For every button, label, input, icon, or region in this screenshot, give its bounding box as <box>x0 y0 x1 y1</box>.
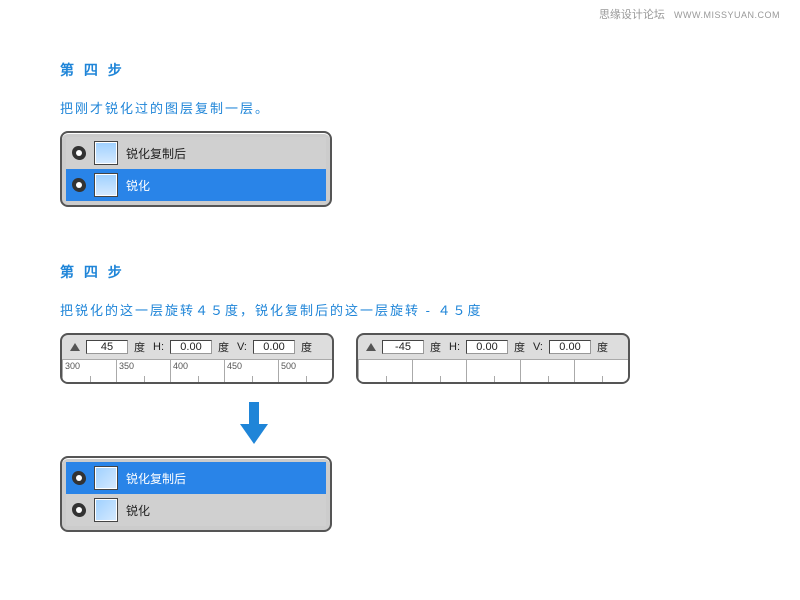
h-field[interactable]: 0.00 <box>170 340 212 354</box>
visibility-icon[interactable] <box>72 146 86 160</box>
layer-name: 锐化复制后 <box>126 145 186 162</box>
h-unit: 度 <box>218 339 229 355</box>
transform-toolbar-1: 45 度 H: 0.00 度 V: 0.00 度 300 350 400 450 <box>60 333 334 384</box>
step1-desc: 把刚才锐化过的图层复制一层。 <box>60 98 740 117</box>
step2-title: 第 四 步 <box>60 262 740 282</box>
angle-field[interactable]: 45 <box>86 340 128 354</box>
v-unit: 度 <box>301 339 312 355</box>
step2-desc: 把锐化的这一层旋转４５度，锐化复制后的这一层旋转 - ４５度 <box>60 300 740 319</box>
layer-row[interactable]: 锐化复制后 <box>66 462 326 494</box>
visibility-icon[interactable] <box>72 503 86 517</box>
angle-field[interactable]: -45 <box>382 340 424 354</box>
ruler-num: 450 <box>227 361 242 371</box>
angle-unit: 度 <box>430 339 441 355</box>
h-label: H: <box>449 341 460 353</box>
v-field[interactable]: 0.00 <box>549 340 591 354</box>
h-unit: 度 <box>514 339 525 355</box>
v-label: V: <box>237 341 247 353</box>
visibility-icon[interactable] <box>72 471 86 485</box>
layer-thumb <box>94 498 118 522</box>
transform-toolbar-2: -45 度 H: 0.00 度 V: 0.00 度 <box>356 333 630 384</box>
v-unit: 度 <box>597 339 608 355</box>
layer-thumb <box>94 466 118 490</box>
ruler-num: 500 <box>281 361 296 371</box>
angle-icon <box>70 343 80 351</box>
step1-title: 第 四 步 <box>60 60 740 80</box>
layers-panel-1: 锐化复制后 锐化 <box>60 131 332 207</box>
ruler <box>358 359 628 382</box>
ruler: 300 350 400 450 500 <box>62 359 332 382</box>
ruler-num: 350 <box>119 361 134 371</box>
layer-row[interactable]: 锐化复制后 <box>66 137 326 169</box>
watermark-cn: 思缘设计论坛 <box>599 9 665 21</box>
toolbar-row: 45 度 H: 0.00 度 V: 0.00 度 300 350 400 450 <box>60 333 740 384</box>
layer-thumb <box>94 141 118 165</box>
angle-icon <box>366 343 376 351</box>
visibility-icon[interactable] <box>72 178 86 192</box>
layer-name: 锐化 <box>126 177 150 194</box>
v-label: V: <box>533 341 543 353</box>
layer-row[interactable]: 锐化 <box>66 494 326 526</box>
layer-row[interactable]: 锐化 <box>66 169 326 201</box>
ruler-num: 400 <box>173 361 188 371</box>
watermark: 思缘设计论坛 WWW.MISSYUAN.COM <box>599 6 780 22</box>
angle-unit: 度 <box>134 339 145 355</box>
layer-thumb <box>94 173 118 197</box>
down-arrow-icon <box>240 402 740 444</box>
h-field[interactable]: 0.00 <box>466 340 508 354</box>
h-label: H: <box>153 341 164 353</box>
layer-name: 锐化 <box>126 502 150 519</box>
v-field[interactable]: 0.00 <box>253 340 295 354</box>
ruler-num: 300 <box>65 361 80 371</box>
page-body: 第 四 步 把刚才锐化过的图层复制一层。 锐化复制后 锐化 第 四 步 把锐化的… <box>0 0 800 532</box>
layer-name: 锐化复制后 <box>126 470 186 487</box>
layers-panel-2: 锐化复制后 锐化 <box>60 456 332 532</box>
watermark-en: WWW.MISSYUAN.COM <box>674 10 780 20</box>
